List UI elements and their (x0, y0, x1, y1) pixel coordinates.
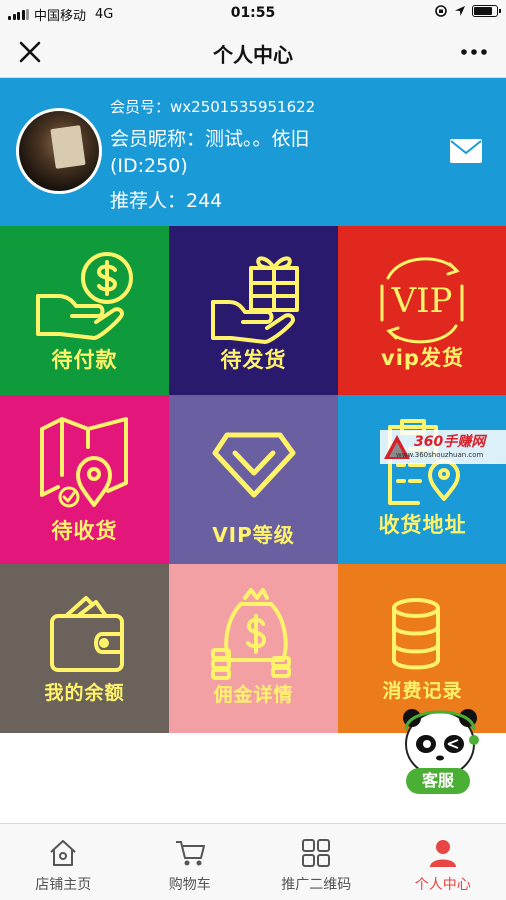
tab-label: 店铺主页 (35, 877, 92, 893)
tile-vip-level[interactable]: VIP等级 (169, 395, 338, 564)
user-icon (429, 840, 456, 867)
money-bag-icon (211, 588, 291, 680)
home-icon (50, 840, 76, 866)
page-title: 个人中心 (213, 43, 293, 67)
clock: 01:55 (230, 5, 276, 21)
tab-promo-qrcode[interactable]: 推广二维码 (253, 824, 380, 900)
wallet-icon (50, 596, 124, 672)
status-right (434, 4, 501, 18)
tab-label: 购物车 (168, 877, 211, 893)
tab-store-home[interactable]: 店铺主页 (0, 824, 127, 900)
user-id: (ID:250) (110, 155, 188, 177)
qrcode-icon (302, 839, 331, 867)
mail-icon[interactable] (449, 138, 483, 164)
tile-shipping-address[interactable]: 收货地址 (338, 395, 506, 564)
rotation-lock-icon (435, 5, 447, 17)
tile-label: 我的余额 (44, 682, 125, 704)
tab-cart[interactable]: 购物车 (127, 824, 254, 900)
profile-header: 会员号：wx2501535951622 会员昵称：测试。。依旧 (ID:250)… (0, 78, 506, 226)
watermark-logo: 360手赚网 www.360shouzhuan.com (380, 430, 506, 464)
tile-label: 佣金详情 (213, 684, 294, 706)
tile-label: 消费记录 (382, 680, 463, 702)
tab-personal-center[interactable]: 个人中心 (380, 824, 506, 900)
location-arrow-icon (455, 6, 465, 16)
status-bar: 中国移动 4G 01:55 (0, 0, 506, 26)
member-nickname: 会员昵称：测试。。依旧 (110, 128, 310, 150)
more-dots-icon[interactable] (458, 38, 490, 66)
svg-text:VIP: VIP (391, 281, 453, 321)
tile-label: 待付款 (51, 348, 118, 372)
tile-vip-shipment[interactable]: VIP vip发货 (338, 226, 506, 395)
tile-label: 收货地址 (378, 513, 467, 537)
tab-label: 推广二维码 (281, 877, 352, 893)
avatar[interactable] (16, 108, 102, 194)
cart-icon (175, 841, 205, 866)
referrer: 推荐人：244 (110, 190, 223, 212)
tile-label: vip发货 (381, 346, 464, 370)
tile-label: 待发货 (220, 348, 287, 372)
tile-commission-details[interactable]: 佣金详情 (169, 564, 338, 733)
tab-label: 个人中心 (414, 877, 471, 893)
tile-pending-receipt[interactable]: 待收货 (0, 395, 169, 564)
bottom-tab-bar: 店铺主页 购物车 推广二维码 个人中心 (0, 823, 506, 900)
battery-icon (472, 5, 501, 17)
tile-label: VIP等级 (212, 523, 295, 547)
nav-bar: 个人中心 (0, 26, 506, 78)
tile-pending-shipment[interactable]: 待发货 (169, 226, 338, 395)
tile-label: 待收货 (51, 519, 118, 543)
customer-service-button[interactable]: 客服 (406, 768, 470, 794)
function-grid: 待付款 待发货 VIP vip发货 待收货 VIP等级 收货地址 我的余额 佣金… (0, 226, 506, 733)
watermark-name: 360手赚网 (414, 434, 486, 450)
watermark-url: www.360shouzhuan.com (396, 451, 484, 459)
member-id: 会员号：wx2501535951622 (110, 98, 316, 116)
tile-my-balance[interactable]: 我的余额 (0, 564, 169, 733)
tile-pending-payment[interactable]: 待付款 (0, 226, 169, 395)
